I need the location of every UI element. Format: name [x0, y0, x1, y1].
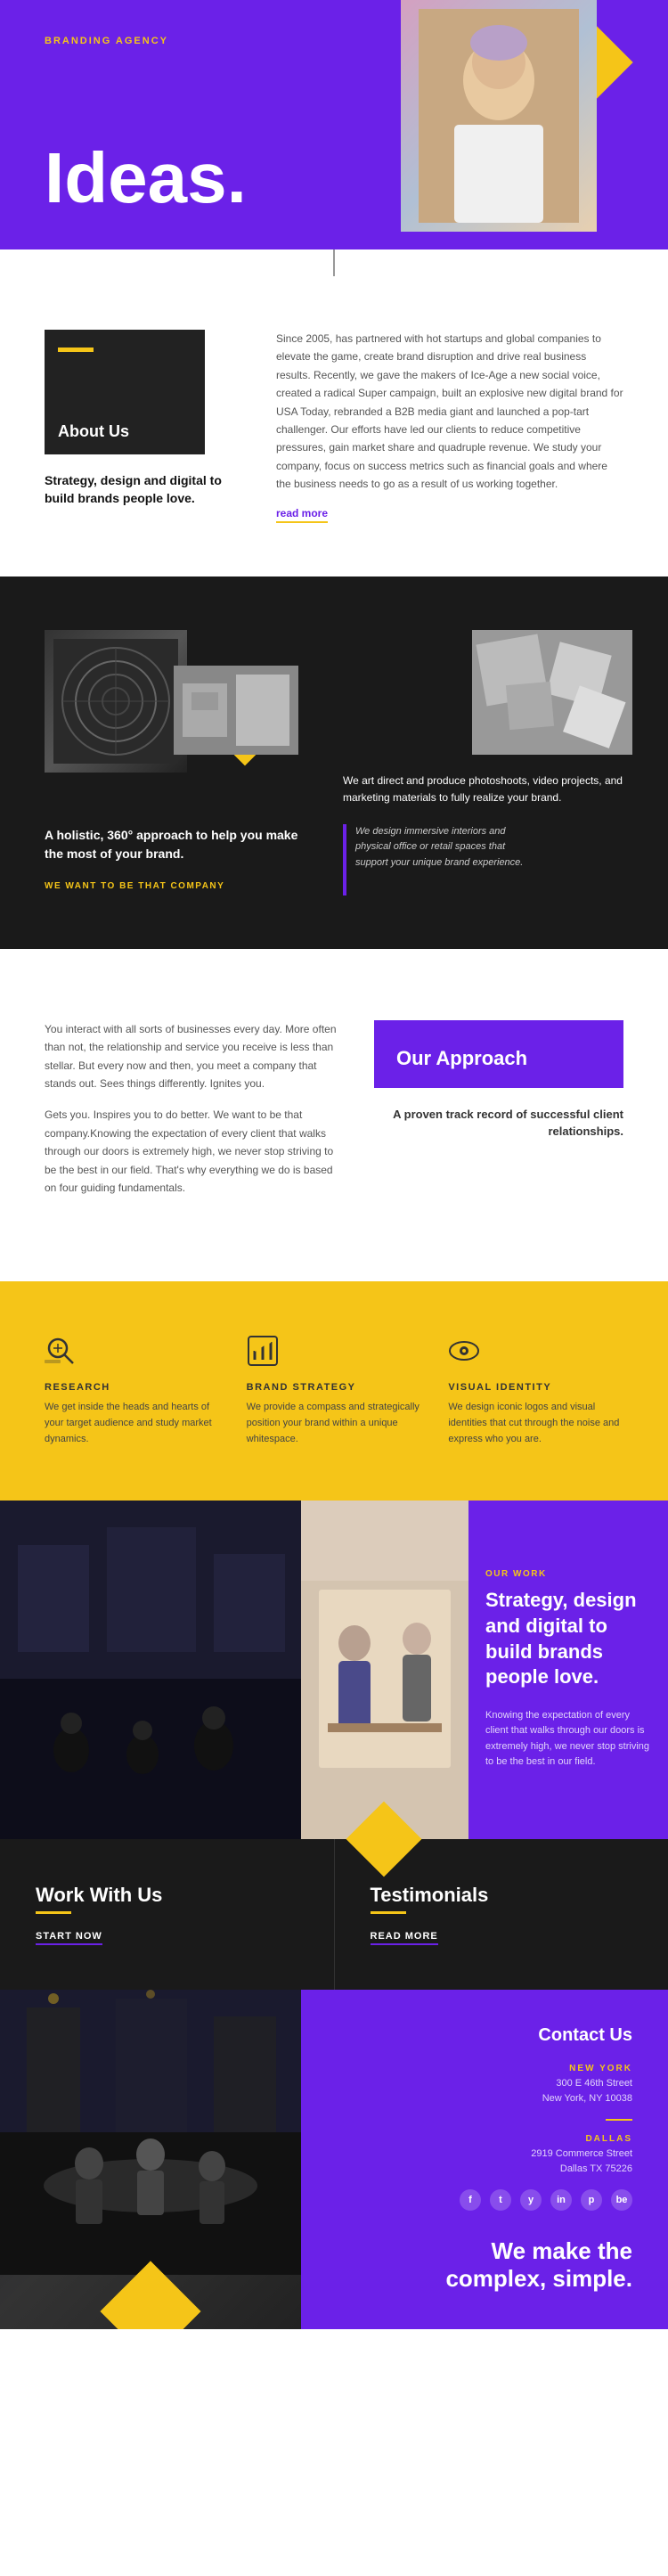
dark-col-left: A holistic, 360° approach to help you ma… — [0, 630, 334, 895]
approach-left: You interact with all sorts of businesse… — [45, 1020, 338, 1211]
approach-para-2: Gets you. Inspires you to do better. We … — [45, 1106, 338, 1197]
service-visual-title: Visual Identity — [448, 1382, 623, 1393]
service-research-desc: We get inside the heads and hearts of yo… — [45, 1400, 220, 1447]
service-research-title: Research — [45, 1382, 220, 1393]
portfolio-middle — [301, 1501, 468, 1839]
portfolio-main-image — [0, 1501, 301, 1839]
hero-label: Branding Agency — [45, 36, 168, 46]
research-icon — [45, 1335, 220, 1373]
dallas-label: Dallas — [346, 2134, 633, 2144]
facebook-icon[interactable]: f — [460, 2189, 481, 2211]
testimonials-title: Testimonials — [371, 1884, 633, 1907]
dark-grid: A holistic, 360° approach to help you ma… — [0, 630, 668, 895]
dark-left-text: A holistic, 360° approach to help you ma… — [45, 826, 298, 863]
about-box-bar — [58, 348, 94, 352]
approach-box: Our Approach — [374, 1020, 623, 1088]
hero-photo — [401, 0, 597, 232]
youtube-icon[interactable]: y — [520, 2189, 542, 2211]
portfolio-right: Our Work Strategy, design and digital to… — [468, 1501, 668, 1839]
service-brand-strategy: Brand Strategy We provide a compass and … — [247, 1335, 422, 1447]
portfolio-desc: Knowing the expectation of every client … — [485, 1708, 650, 1770]
twitter-icon[interactable]: t — [490, 2189, 511, 2211]
about-right: Since 2005, has partnered with hot start… — [276, 330, 623, 523]
work-section: Work With Us start now — [0, 1839, 335, 1990]
office-image — [174, 666, 298, 755]
contact-left — [0, 1990, 301, 2328]
hero-section: Branding Agency Ideas. — [0, 0, 668, 249]
portfolio-label: Our Work — [485, 1569, 650, 1579]
dallas-address: 2919 Commerce StreetDallas TX 75226 — [346, 2147, 633, 2176]
contact-location-dallas: Dallas 2919 Commerce StreetDallas TX 752… — [346, 2134, 633, 2176]
visual-identity-icon — [448, 1335, 623, 1373]
brand-strategy-icon — [247, 1335, 422, 1373]
contact-section: Contact Us New York 300 E 46th StreetNew… — [0, 1990, 668, 2328]
spiral-image — [45, 630, 187, 773]
dark-right-text: We art direct and produce photoshoots, v… — [343, 773, 632, 806]
work-title: Work With Us — [36, 1884, 298, 1907]
hero-title: Ideas. — [45, 143, 247, 214]
service-brand-desc: We provide a compass and strategically p… — [247, 1400, 422, 1447]
dark-section: A holistic, 360° approach to help you ma… — [0, 577, 668, 949]
about-box-title: About Us — [58, 422, 129, 441]
contact-location-ny: New York 300 E 46th StreetNew York, NY 1… — [346, 2064, 633, 2106]
instagram-icon[interactable]: in — [550, 2189, 572, 2211]
about-text: Since 2005, has partnered with hot start… — [276, 330, 623, 494]
dark-right-top — [343, 630, 632, 755]
portfolio-left — [0, 1501, 301, 1839]
about-left: About Us Strategy, design and digital to… — [45, 330, 240, 523]
about-box: About Us — [45, 330, 205, 454]
portfolio-section: Our Work Strategy, design and digital to… — [0, 1501, 668, 1839]
bottom-two-section: Work With Us start now Testimonials read… — [0, 1839, 668, 1990]
testimonials-button[interactable]: read more — [371, 1931, 438, 1945]
service-research: Research We get inside the heads and hea… — [45, 1335, 220, 1447]
purple-bar — [343, 824, 346, 895]
hero-photo-placeholder — [401, 0, 597, 232]
approach-para-1: You interact with all sorts of businesse… — [45, 1020, 338, 1093]
dark-img-container — [45, 630, 298, 808]
work-button[interactable]: start now — [36, 1931, 102, 1945]
approach-right: Our Approach A proven track record of su… — [374, 1020, 623, 1211]
service-brand-title: Brand Strategy — [247, 1382, 422, 1393]
dark-italic-text: We design immersive interiors and physic… — [355, 824, 534, 871]
dark-italic-container: We design immersive interiors and physic… — [343, 824, 632, 895]
behance-icon[interactable]: be — [611, 2189, 632, 2211]
portfolio-title: Strategy, design and digital to build br… — [485, 1588, 650, 1689]
dark-col-right: We art direct and produce photoshoots, v… — [334, 630, 668, 895]
hero-bottom-divider — [333, 249, 335, 276]
services-section: Research We get inside the heads and hea… — [0, 1281, 668, 1501]
about-subtitle: Strategy, design and digital to build br… — [45, 472, 240, 507]
approach-desc: A proven track record of successful clie… — [374, 1106, 623, 1141]
contact-tagline: We make thecomplex, simple. — [346, 2237, 633, 2293]
service-visual-identity: Visual Identity We design iconic logos a… — [448, 1335, 623, 1447]
contact-right: Contact Us New York 300 E 46th StreetNew… — [301, 1990, 668, 2328]
test-bar — [371, 1911, 406, 1914]
portfolio-middle-image — [301, 1501, 468, 1839]
work-bar — [36, 1911, 71, 1914]
social-icons: f t y in p be — [346, 2189, 633, 2211]
cubes-image — [472, 630, 632, 755]
contact-divider — [606, 2119, 632, 2121]
approach-section: You interact with all sorts of businesse… — [0, 949, 668, 1282]
read-more-link[interactable]: read more — [276, 507, 328, 523]
ny-address: 300 E 46th StreetNew York, NY 10038 — [346, 2076, 633, 2106]
about-section: About Us Strategy, design and digital to… — [0, 276, 668, 577]
dark-label: WE WANT TO BE THAT COMPANY — [45, 881, 224, 891]
contact-title: Contact Us — [346, 2025, 633, 2046]
pinterest-icon[interactable]: p — [581, 2189, 602, 2211]
approach-title: Our Approach — [396, 1047, 601, 1070]
ny-label: New York — [346, 2064, 633, 2073]
service-visual-desc: We design iconic logos and visual identi… — [448, 1400, 623, 1447]
